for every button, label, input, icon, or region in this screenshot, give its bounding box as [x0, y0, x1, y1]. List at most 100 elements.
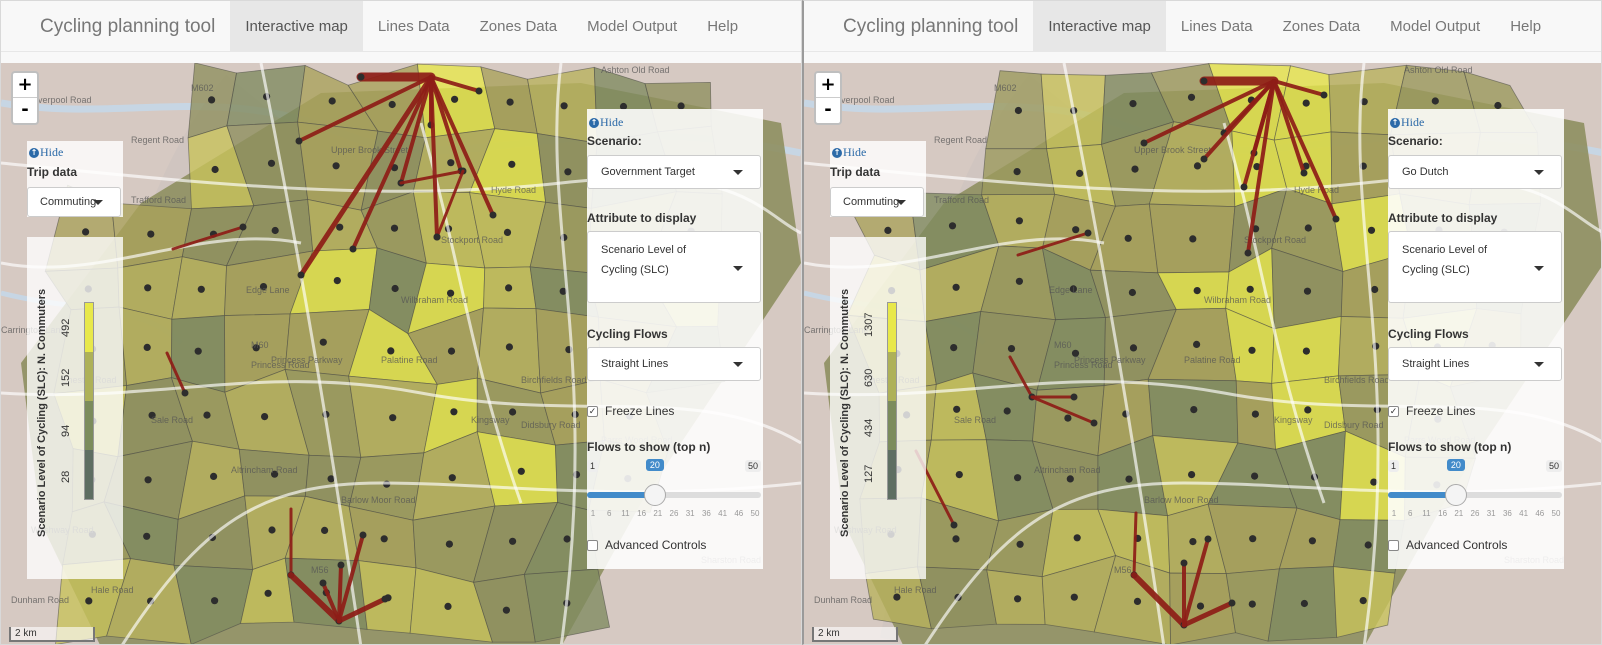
road-label: Hyde Road	[1294, 185, 1339, 195]
legend-swatch-2	[85, 352, 93, 401]
zone-centroid-dot	[1066, 475, 1074, 483]
cycling-flows-select[interactable]: Straight Lines	[1388, 347, 1562, 381]
topn-slider[interactable]: 1 50 20 1 6 11 16 21 26 31 36 41 46 50	[587, 459, 761, 540]
zone-centroid-dot	[1187, 93, 1196, 101]
flow-endpoint-dot	[1240, 183, 1248, 191]
advanced-controls-checkbox[interactable]: Advanced Controls	[587, 538, 706, 552]
scenario-select[interactable]: Government Target	[587, 155, 761, 189]
zone-centroid-dot	[1431, 97, 1439, 105]
cycling-flows-value: Straight Lines	[601, 358, 669, 370]
tab-lines-data[interactable]: Lines Data	[1166, 1, 1268, 51]
slider-tick-label: 16	[1438, 509, 1448, 518]
zone-centroid-dot	[563, 535, 571, 543]
attribute-label: Attribute to display	[587, 211, 697, 225]
trip-hide-link[interactable]: ↑ Hide	[29, 145, 63, 160]
zone-centroid-dot	[1189, 235, 1197, 243]
road-label: Liverpool Road	[834, 95, 895, 105]
left-app-window: Cycling planning tool Interactive map Li…	[0, 0, 802, 645]
trip-hide-link[interactable]: ↑ Hide	[832, 145, 866, 160]
tab-zones-data[interactable]: Zones Data	[465, 1, 573, 51]
slider-min-label: 1	[1388, 460, 1400, 472]
zone-centroid-dot	[1371, 285, 1379, 294]
road-label: M56	[1114, 565, 1132, 575]
tab-interactive-map[interactable]: Interactive map	[230, 1, 363, 51]
flow-endpoint-dot	[357, 73, 365, 81]
road-label: Regent Road	[131, 135, 184, 145]
slider-max-label: 50	[744, 460, 761, 472]
zone-centroid-dot	[1131, 165, 1139, 173]
zone-centroid-dot	[1188, 471, 1196, 479]
trip-type-select[interactable]: Commuting	[27, 187, 121, 217]
slider-min-label: 1	[587, 460, 599, 472]
slider-tick-label: 26	[669, 509, 679, 518]
topn-slider[interactable]: 1 50 20 1 6 11 16 21 26 31 36 41 46 50	[1388, 459, 1562, 540]
tab-lines-data[interactable]: Lines Data	[363, 1, 465, 51]
slider-value-label: 20	[645, 459, 664, 471]
tab-model-output[interactable]: Model Output	[572, 1, 692, 51]
freeze-lines-checkbox[interactable]: ✓ Freeze Lines	[1388, 404, 1475, 418]
zone-centroid-dot	[1016, 540, 1024, 548]
zoom-out-button[interactable]: -	[816, 98, 840, 123]
controls-hide-label: Hide	[600, 115, 624, 129]
zone-centroid-dot	[332, 162, 340, 170]
zoom-in-button[interactable]: +	[816, 73, 840, 98]
tab-help[interactable]: Help	[692, 1, 753, 51]
trip-type-select[interactable]: Commuting	[830, 187, 924, 217]
road-label: Hyde Road	[491, 185, 536, 195]
zone-centroid-dot	[445, 540, 453, 548]
zoom-out-button[interactable]: -	[13, 98, 37, 123]
zone-centroid-dot	[508, 160, 516, 168]
zone-centroid-dot	[952, 535, 960, 543]
tab-interactive-map[interactable]: Interactive map	[1033, 1, 1166, 51]
app-brand[interactable]: Cycling planning tool	[804, 1, 1033, 51]
zone-centroid-dot	[85, 597, 93, 605]
zone-centroid-dot	[1189, 538, 1197, 546]
zone-centroid-dot	[560, 102, 568, 110]
map-viewport[interactable]: M602 Liverpool Road Regent Road Trafford Ro…	[1, 63, 801, 644]
scenario-select[interactable]: Go Dutch	[1388, 155, 1562, 189]
zone-centroid-dot	[1359, 597, 1367, 605]
cycling-flows-label: Cycling Flows	[587, 327, 668, 341]
attribute-select[interactable]: Scenario Level of Cycling (SLC)	[1388, 231, 1562, 303]
zone-centroid-dot	[1073, 534, 1081, 542]
freeze-lines-checkbox[interactable]: ✓ Freeze Lines	[587, 404, 674, 418]
tab-help[interactable]: Help	[1495, 1, 1556, 51]
cycling-flows-select[interactable]: Straight Lines	[587, 347, 761, 381]
zone-centroid-dot	[1193, 287, 1201, 295]
zone-centroid-dot	[203, 411, 211, 419]
slider-tick-label: 1	[1391, 509, 1397, 518]
zone-centroid-dot	[884, 226, 892, 234]
zoom-in-button[interactable]: +	[13, 73, 37, 98]
slider-tick-label: 41	[718, 509, 728, 518]
controls-hide-link[interactable]: ↑ Hide	[1390, 115, 1424, 130]
zone-centroid-dot	[1367, 226, 1376, 234]
slider-handle[interactable]	[1444, 484, 1467, 506]
map-viewport[interactable]: M602 Liverpool Road Regent Road Trafford Ro…	[804, 63, 1601, 644]
app-brand[interactable]: Cycling planning tool	[1, 1, 230, 51]
zone-centroid-dot	[448, 474, 456, 482]
road-label: Trafford Road	[934, 195, 989, 205]
zone-centroid-dot	[1133, 597, 1142, 606]
zone-centroid-dot	[1064, 414, 1072, 422]
tab-model-output[interactable]: Model Output	[1375, 1, 1495, 51]
controls-hide-link[interactable]: ↑ Hide	[589, 115, 623, 130]
controls-hide-label: Hide	[1401, 115, 1425, 129]
slider-handle[interactable]	[643, 484, 666, 506]
tab-zones-data[interactable]: Zones Data	[1268, 1, 1376, 51]
attribute-select[interactable]: Scenario Level of Cycling (SLC)	[587, 231, 761, 303]
scenario-value: Government Target	[601, 166, 695, 178]
zone-centroid-dot	[1007, 345, 1016, 353]
checkbox-icon	[587, 539, 598, 551]
zone-centroid-dot	[447, 159, 455, 167]
zone-centroid-dot	[503, 228, 512, 236]
road-label: Kingsway	[471, 415, 510, 425]
legend-color-ramp	[84, 302, 94, 500]
advanced-controls-checkbox[interactable]: Advanced Controls	[1388, 538, 1507, 552]
zone-centroid-dot	[509, 537, 517, 545]
zone-centroid-dot	[267, 159, 276, 167]
legend-swatch-3	[888, 401, 896, 450]
slider-tick-label: 21	[1454, 509, 1464, 518]
road-label: Dunham Road	[11, 595, 69, 605]
zone-centroid-dot	[1015, 277, 1023, 285]
legend-value-3: 94	[60, 424, 72, 437]
